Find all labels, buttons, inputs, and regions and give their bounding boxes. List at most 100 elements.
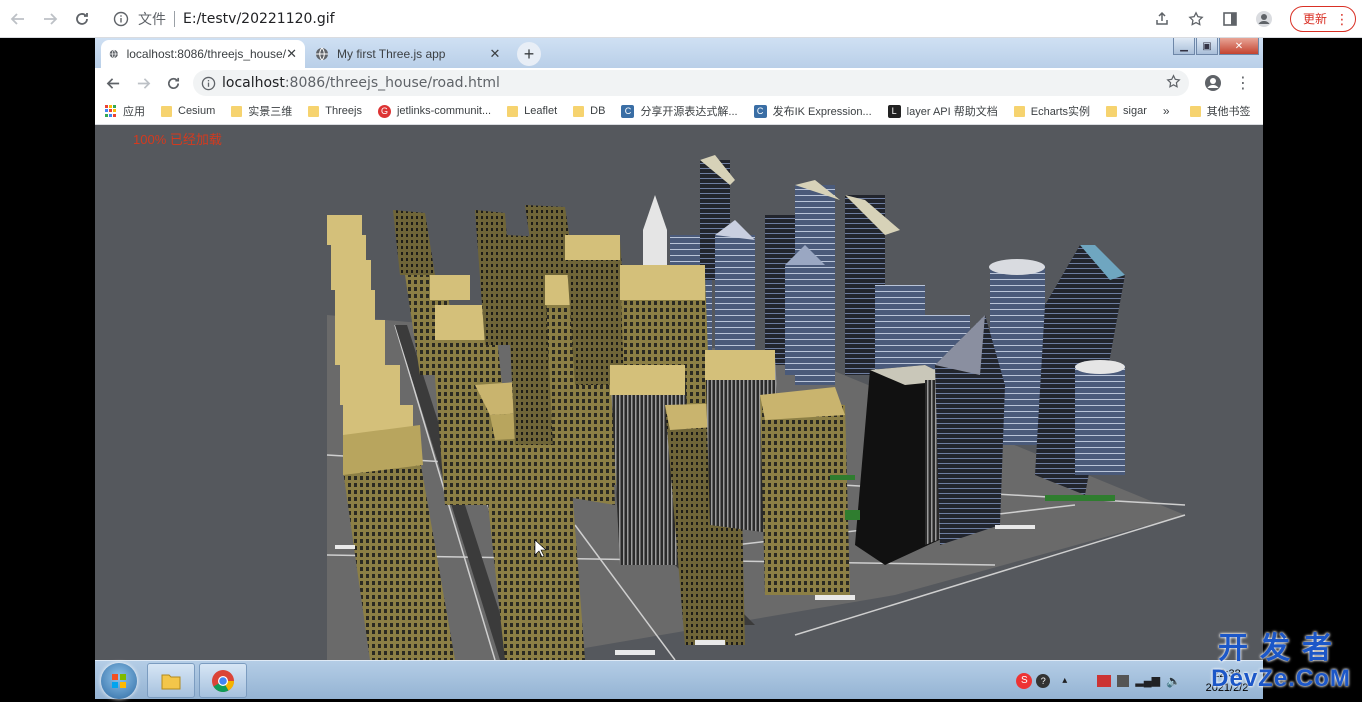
site-watermark: 开发者 DevZe.CoM	[1200, 632, 1362, 699]
outer-address-bar[interactable]: 文件 E:/testv/20221120.gif	[110, 4, 1148, 34]
back-button[interactable]	[101, 71, 125, 95]
bookmark-label: 发布IK Expression...	[772, 106, 872, 118]
kebab-menu-icon[interactable]: ⋮	[1231, 71, 1255, 95]
globe-icon	[316, 47, 328, 61]
folder-icon	[1189, 105, 1201, 117]
folder-icon	[231, 105, 243, 117]
profile-icon[interactable]	[1201, 71, 1225, 95]
volume-icon[interactable]: 🔈	[1166, 674, 1181, 688]
folder-icon	[573, 105, 585, 117]
maximize-button[interactable]: ▣	[1196, 38, 1218, 55]
plus-icon: +	[523, 43, 535, 64]
bookmark-label: 其他书签	[1206, 106, 1251, 118]
bookmark-star-icon[interactable]	[1182, 5, 1210, 33]
bookmark-db[interactable]: DB	[573, 105, 605, 117]
bookmark-realistic-3d[interactable]: 实景三维	[231, 103, 292, 119]
back-button[interactable]	[4, 5, 32, 33]
threejs-canvas[interactable]: 100% 已经加载	[95, 125, 1263, 660]
bookmarks-overflow-button[interactable]: »	[1163, 104, 1170, 118]
tab-close-icon[interactable]: ✕	[487, 46, 503, 62]
network-icon[interactable]: ▂▄▆	[1135, 674, 1160, 687]
tab-title: localhost:8086/threejs_house/	[126, 47, 287, 61]
reload-button[interactable]	[161, 71, 185, 95]
folder-icon	[161, 105, 172, 117]
bookmark-label: DB	[590, 105, 606, 117]
bookmark-sigar[interactable]: sigar	[1106, 105, 1147, 117]
globe-icon	[109, 49, 118, 59]
tab-close-icon[interactable]: ✕	[286, 46, 297, 62]
watermark-en: DevZe.CoM	[1211, 665, 1351, 692]
bookmark-expression-share[interactable]: C 分享开源表达式解...	[621, 103, 738, 119]
city-scene	[326, 155, 1186, 660]
start-button[interactable]	[101, 663, 137, 699]
bookmark-other[interactable]: 其他书签	[1189, 103, 1251, 119]
sogou-ime-icon[interactable]: S	[1016, 672, 1033, 689]
url-path: :8086/threejs_house/road.html	[284, 75, 500, 91]
close-window-button[interactable]: ✕	[1219, 38, 1259, 55]
minimize-button[interactable]: ▁	[1173, 38, 1195, 55]
arrow-left-icon	[106, 77, 119, 89]
windows-taskbar: S ? ▴ ▂▄▆ 🔈 22:38 2021/2/2	[95, 660, 1263, 699]
layer-icon: L	[887, 104, 901, 118]
gitee-icon: G	[377, 104, 391, 118]
bookmark-echarts[interactable]: Echarts实例	[1013, 103, 1091, 119]
action-center-icon[interactable]	[1097, 674, 1112, 687]
bookmark-ik-expression[interactable]: C 发布IK Expression...	[753, 103, 872, 119]
url-host: localhost	[222, 75, 285, 91]
side-panel-icon[interactable]	[1216, 5, 1244, 33]
bookmark-label: 实景三维	[248, 106, 293, 118]
csdn-icon: C	[621, 104, 635, 118]
arrow-left-icon	[10, 12, 24, 25]
outer-url-text[interactable]: E:/testv/20221120.gif	[183, 11, 335, 27]
address-bar[interactable]: localhost:8086/threejs_house/road.html	[193, 70, 1189, 96]
bookmark-apps[interactable]: 应用	[105, 103, 145, 119]
update-button[interactable]: 更新 ⋮	[1289, 5, 1356, 32]
bookmark-star-icon[interactable]	[1166, 74, 1181, 92]
windows-logo-icon	[112, 674, 126, 688]
update-label: 更新	[1302, 12, 1327, 26]
tab-strip: localhost:8086/threejs_house/ ✕ My first…	[95, 38, 1263, 68]
tab-road-html[interactable]: localhost:8086/threejs_house/ ✕	[101, 40, 305, 68]
arrow-right-icon	[44, 12, 58, 25]
info-icon	[201, 76, 216, 91]
chrome-icon	[212, 669, 234, 692]
bookmark-leaflet[interactable]: Leaflet	[507, 105, 557, 117]
new-tab-button[interactable]: +	[517, 42, 541, 66]
bookmark-label: 应用	[123, 106, 145, 118]
reload-icon	[76, 12, 88, 25]
bookmark-layer-api[interactable]: Llayer API 帮助文档	[887, 103, 998, 119]
help-icon[interactable]: ?	[1036, 673, 1051, 688]
reload-button[interactable]	[68, 5, 96, 33]
bookmark-threejs[interactable]: Threejs	[308, 105, 362, 117]
bookmark-cesium[interactable]: Cesium	[161, 105, 215, 117]
watermark-cn: 开发者	[1218, 631, 1344, 666]
bookmark-jetlinks[interactable]: Gjetlinks-communit...	[377, 104, 492, 118]
left-black-border	[0, 38, 95, 699]
divider	[174, 10, 175, 27]
inner-toolbar: localhost:8086/threejs_house/road.html ⋮	[95, 68, 1263, 98]
csdn-icon: C	[753, 104, 767, 118]
forward-button[interactable]	[131, 71, 155, 95]
tab-three-js-app[interactable]: My first Three.js app ✕	[307, 40, 511, 68]
bookmark-label: Echarts实例	[1030, 106, 1091, 118]
taskbar-chrome[interactable]	[199, 663, 247, 698]
tab-title: My first Three.js app	[337, 47, 446, 61]
bookmark-label: 分享开源表达式解...	[640, 106, 738, 118]
bookmark-label: jetlinks-communit...	[396, 105, 492, 117]
folder-icon	[507, 105, 519, 117]
file-scheme-label: 文件	[138, 10, 166, 27]
forward-button[interactable]	[36, 5, 64, 33]
folder-icon	[1013, 105, 1025, 117]
device-icon[interactable]	[1117, 674, 1130, 687]
share-icon[interactable]	[1148, 5, 1176, 33]
reload-icon	[167, 77, 179, 89]
taskbar-explorer[interactable]	[147, 663, 195, 698]
right-black-border	[1263, 38, 1362, 699]
profile-icon[interactable]	[1250, 5, 1278, 33]
folder-icon	[161, 674, 181, 689]
loading-status: 100% 已经加载	[133, 132, 222, 147]
tray-expand-icon[interactable]: ▴	[1062, 675, 1067, 686]
bookmark-label: sigar	[1123, 105, 1147, 117]
kebab-menu-icon: ⋮	[1335, 10, 1349, 27]
info-icon	[110, 8, 132, 30]
